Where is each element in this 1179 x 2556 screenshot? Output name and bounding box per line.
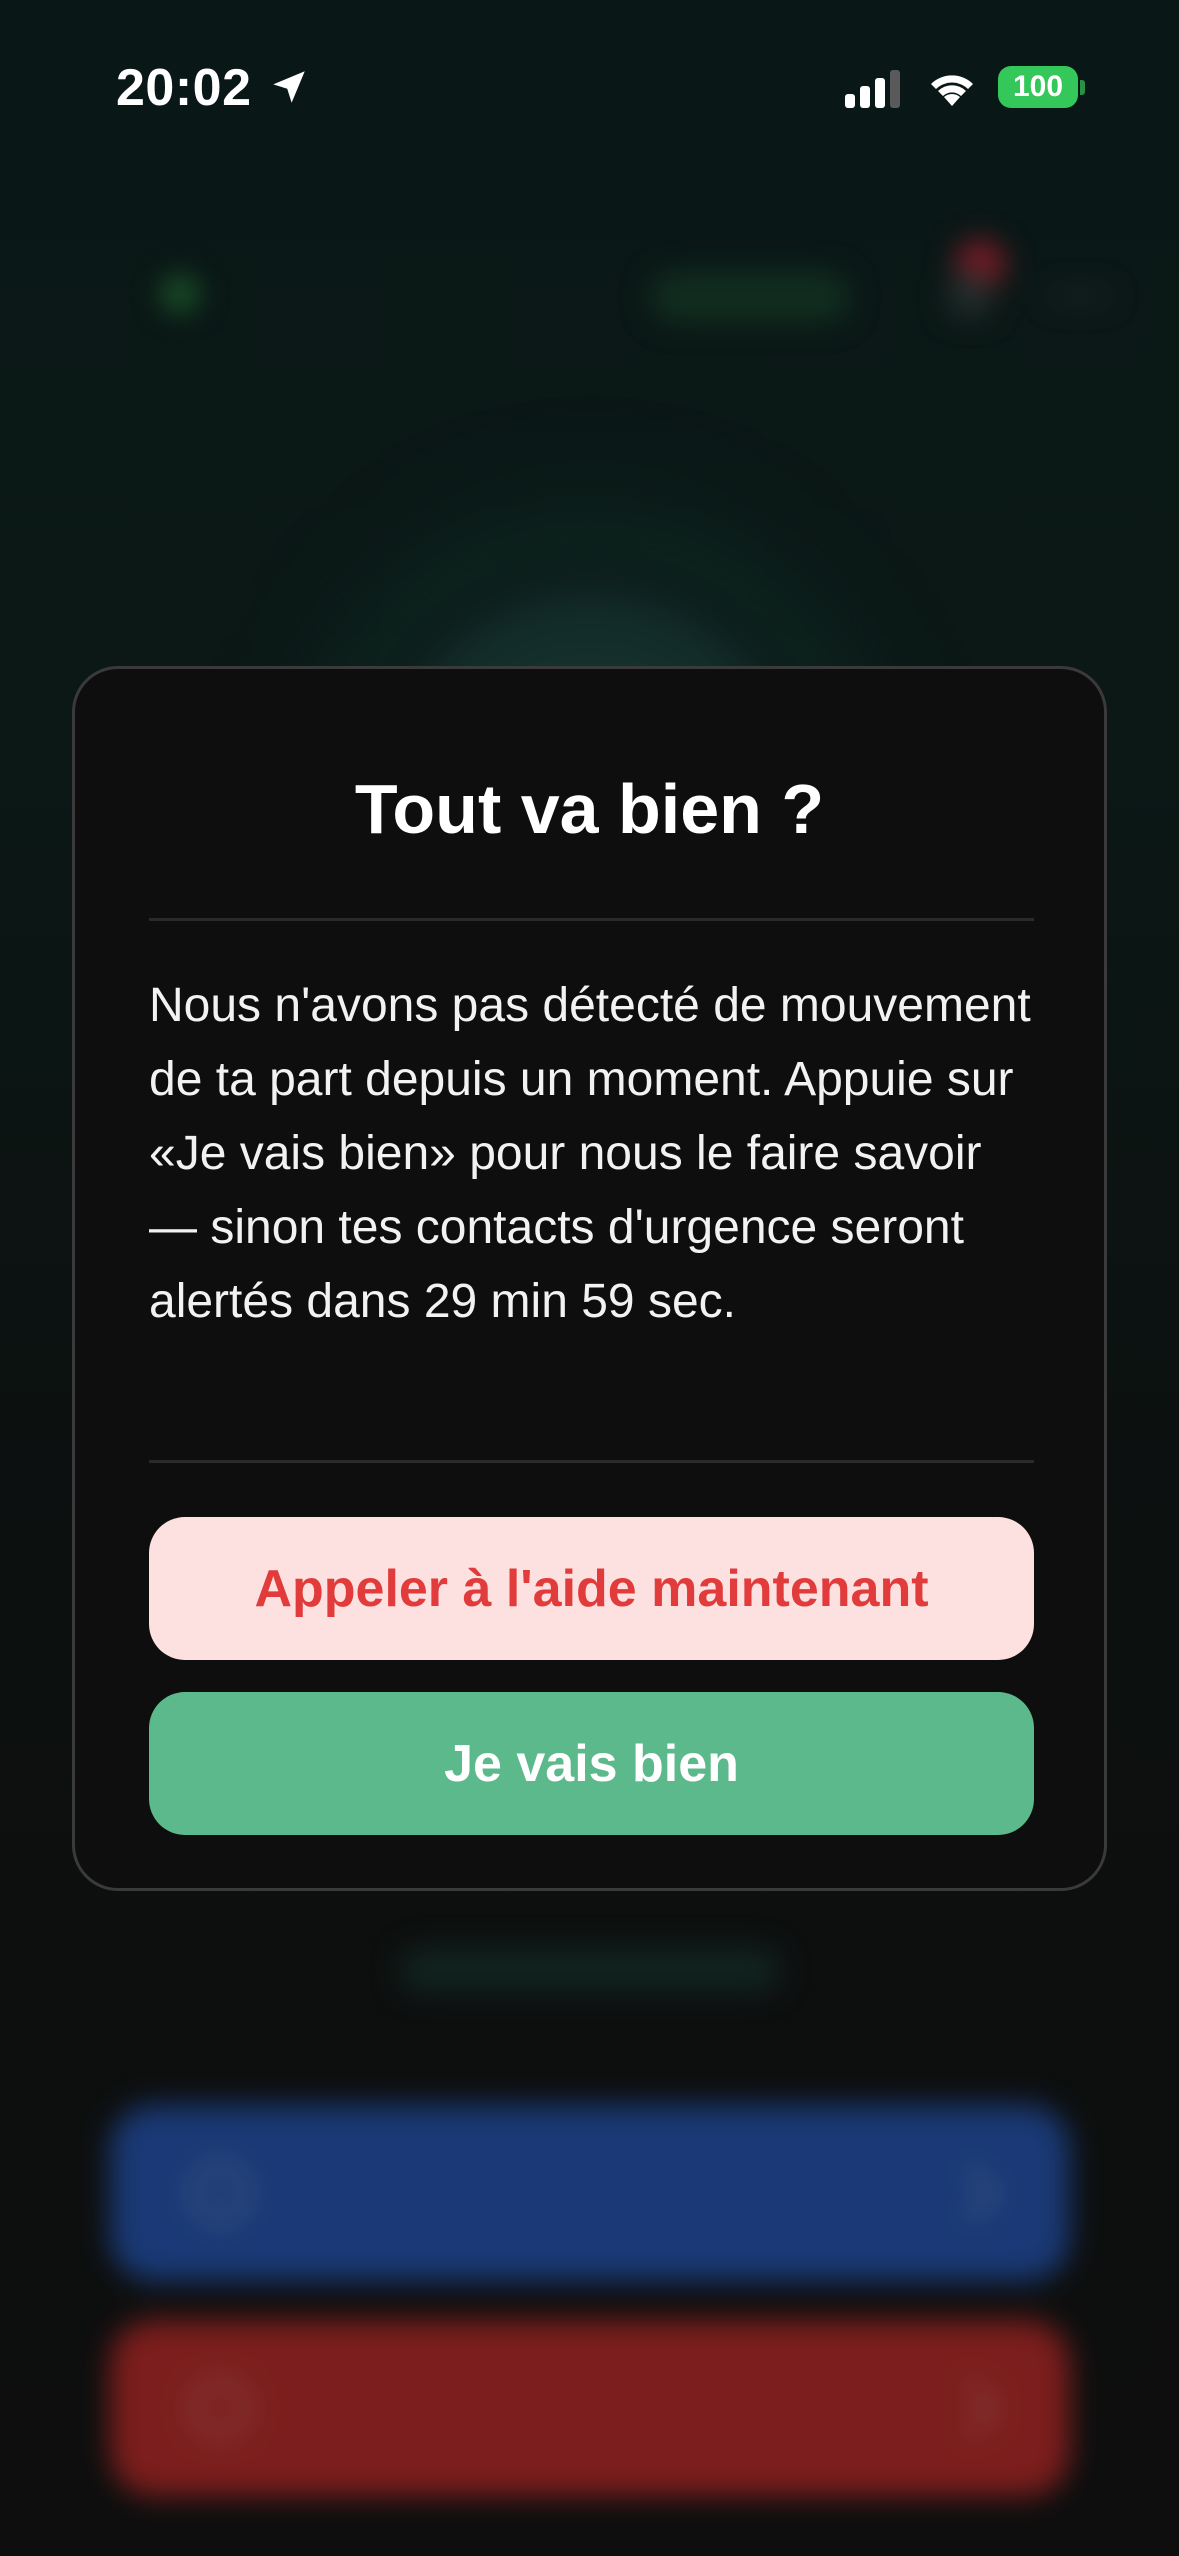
battery-icon: 100	[998, 66, 1078, 108]
cellular-signal-icon	[845, 70, 900, 108]
dialog-message: Nous n'avons pas détecté de mouvement de…	[149, 979, 1031, 1328]
check-in-dialog: Tout va bien ? Nous n'avons pas détecté …	[72, 666, 1107, 1891]
dialog-title: Tout va bien ?	[354, 770, 825, 848]
call-for-help-button[interactable]: Appeler à l'aide maintenant	[149, 1517, 1034, 1660]
wifi-icon	[931, 75, 973, 106]
battery-level: 100	[1012, 70, 1064, 103]
location-arrow-icon	[273, 71, 305, 103]
divider	[149, 918, 1034, 921]
divider	[149, 1460, 1034, 1463]
im-fine-button[interactable]: Je vais bien	[149, 1692, 1034, 1835]
battery-cap	[1080, 80, 1085, 95]
status-bar: 20:02 100	[0, 0, 1179, 170]
status-time: 20:02	[116, 59, 252, 117]
